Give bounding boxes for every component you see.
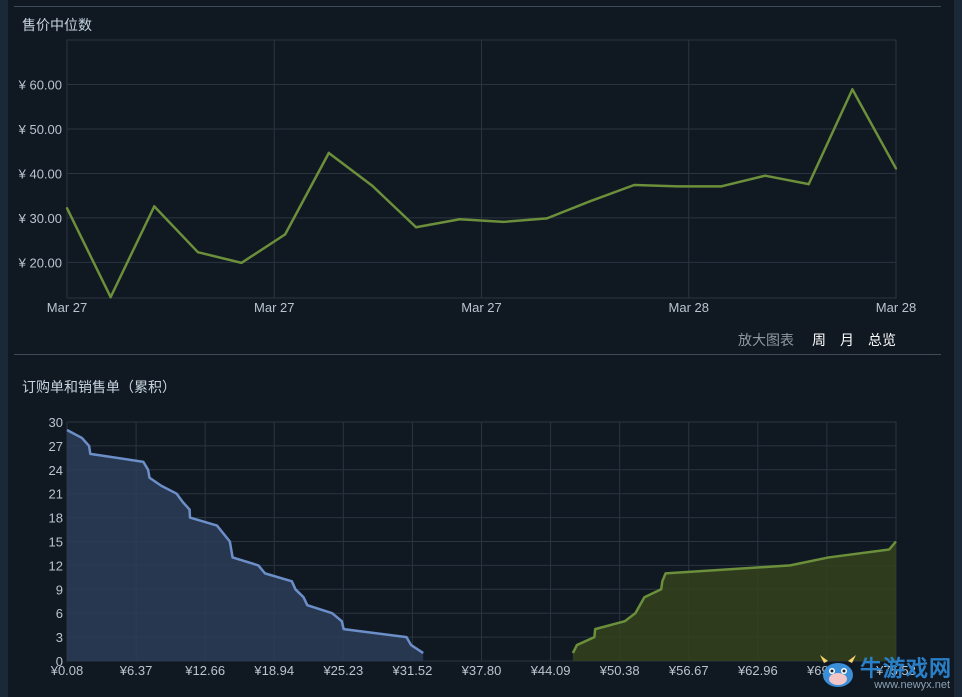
orders-y-tick-label: 15 <box>49 535 63 550</box>
orders-x-tick-label: ¥31.52 <box>392 663 433 678</box>
orders-x-tick-label: ¥62.96 <box>737 663 778 678</box>
orders-x-tick-label: ¥18.94 <box>253 663 294 678</box>
watermark: 牛游戏网 www.newyx.net <box>816 649 956 695</box>
orders-y-tick-label: 6 <box>56 606 63 621</box>
orders-x-tick-label: ¥0.08 <box>50 663 84 678</box>
orders-y-tick-label: 21 <box>49 487 63 502</box>
orders-y-tick-label: 12 <box>49 558 63 573</box>
orders-x-tick-label: ¥37.80 <box>461 663 502 678</box>
orders-x-tick-label: ¥12.66 <box>184 663 225 678</box>
orders-y-tick-label: 9 <box>56 582 63 597</box>
orders-y-tick-label: 24 <box>49 463 63 478</box>
orders-x-tick-label: ¥50.38 <box>599 663 640 678</box>
orders-y-tick-label: 18 <box>49 511 63 526</box>
orders-x-tick-label: ¥6.37 <box>119 663 153 678</box>
watermark-url: www.newyx.net <box>874 679 950 691</box>
orders-y-tick-label: 3 <box>56 630 63 645</box>
orders-x-tick-label: ¥25.23 <box>322 663 363 678</box>
buy-orders-area <box>67 429 424 661</box>
orders-y-tick-label: 30 <box>49 415 63 430</box>
cow-logo-icon <box>820 655 856 687</box>
sell-orders-area <box>572 541 896 661</box>
orders-y-tick-label: 27 <box>49 439 63 454</box>
orders-x-tick-label: ¥44.09 <box>530 663 571 678</box>
cumulative-orders-chart[interactable]: 036912151821242730¥0.08 ¥6.37 ¥12.66 ¥18.94… <box>0 0 962 697</box>
orders-x-tick-label: ¥56.67 <box>668 663 709 678</box>
